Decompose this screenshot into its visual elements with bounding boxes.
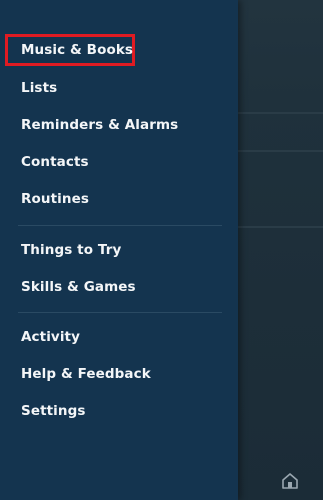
navigation-drawer: Music & Books Lists Reminders & Alarms C… [0, 0, 238, 500]
menu-item-label: Activity [21, 329, 81, 345]
menu-item-label: Settings [21, 403, 86, 419]
menu-item-lists[interactable]: Lists [8, 72, 226, 104]
menu-item-settings[interactable]: Settings [8, 395, 226, 427]
menu-item-label: Lists [21, 80, 58, 96]
menu-item-label: Skills & Games [21, 279, 136, 295]
app-screen: Music & Books Lists Reminders & Alarms C… [0, 0, 323, 500]
menu-item-label: Routines [21, 191, 89, 207]
menu-item-routines[interactable]: Routines [8, 183, 226, 215]
menu-item-label: Music & Books [21, 42, 134, 58]
menu-divider [18, 225, 222, 226]
background-divider [238, 112, 323, 114]
menu-item-label: Help & Feedback [21, 366, 151, 382]
menu-item-contacts[interactable]: Contacts [8, 146, 226, 178]
menu-item-activity[interactable]: Activity [8, 321, 226, 353]
menu-item-label: Things to Try [21, 242, 122, 258]
menu-divider [18, 312, 222, 313]
menu-item-reminders-alarms[interactable]: Reminders & Alarms [8, 109, 226, 141]
home-icon[interactable] [281, 472, 299, 490]
background-divider [238, 226, 323, 228]
menu-item-skills-games[interactable]: Skills & Games [8, 271, 226, 303]
menu-item-things-to-try[interactable]: Things to Try [8, 234, 226, 266]
menu-item-help-feedback[interactable]: Help & Feedback [8, 358, 226, 390]
background-divider [238, 150, 323, 152]
menu-item-label: Contacts [21, 154, 89, 170]
menu-item-label: Reminders & Alarms [21, 117, 179, 133]
menu-item-music-books[interactable]: Music & Books [5, 34, 135, 66]
